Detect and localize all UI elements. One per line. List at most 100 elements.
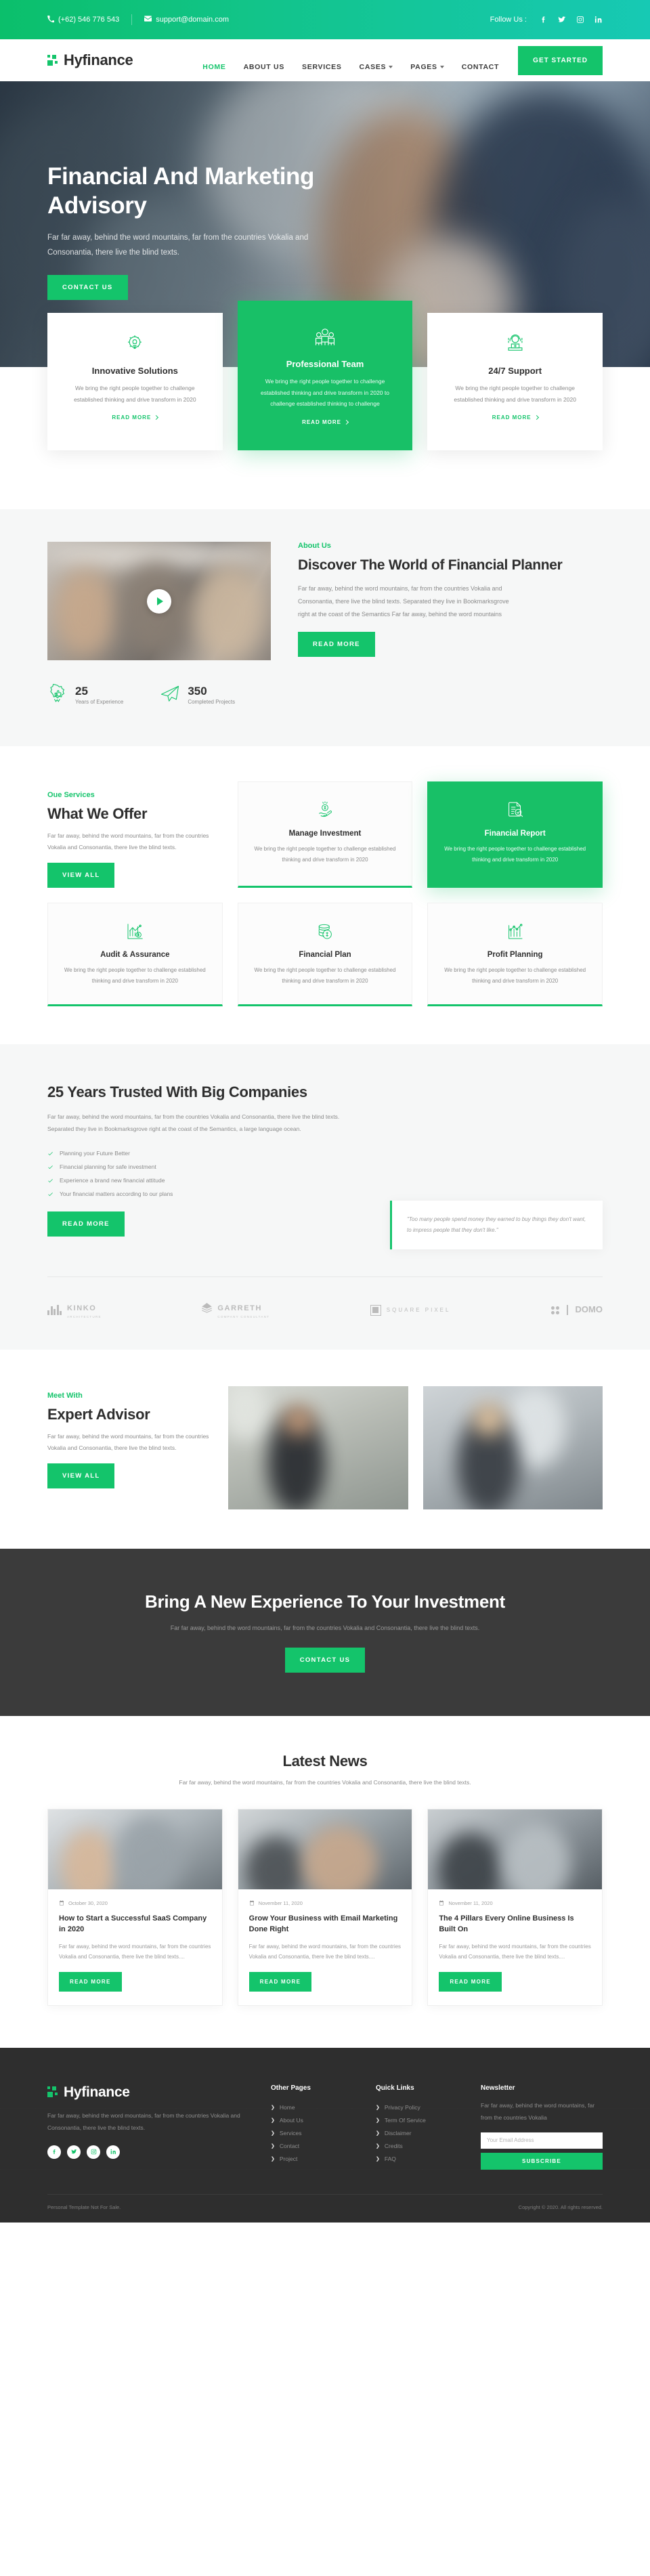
nav-item-about-us[interactable]: ABOUT US [244,63,284,71]
brand-logo[interactable]: Hyfinance [47,51,133,69]
testimonial-quote: "Too many people spend money they earned… [390,1201,603,1249]
chevron-down-icon [439,65,444,68]
news-card[interactable]: November 11, 2020 The 4 Pillars Every On… [427,1808,603,2006]
services-section: Oue Services What We Offer Far far away,… [0,746,650,1044]
news-thumbnail [238,1809,412,1889]
client-logos-section: KINKO ARCHITECTURE GARRETH COMPANY CONSU… [0,1276,650,1350]
check-icon [47,1191,53,1197]
newsletter-email-input[interactable] [481,2132,603,2149]
team-member-card-2[interactable] [422,1386,603,1509]
hand-coin-icon [252,798,399,823]
feature-title: 24/7 Support [488,366,542,376]
footer-link-label: Home [279,2104,295,2111]
twitter-icon[interactable] [67,2145,81,2159]
team-view-all-button[interactable]: VIEW ALL [47,1463,115,1488]
quote-text: "Too many people spend money they earned… [407,1216,586,1233]
main-navigation: Hyfinance HOME ABOUT US SERVICES CASES P… [0,39,650,81]
twitter-icon[interactable] [557,16,566,24]
play-button-icon[interactable] [147,588,171,614]
footer-link-label: Project [279,2155,298,2163]
news-card[interactable]: October 30, 2020 How to Start a Successf… [47,1808,223,2006]
service-card-financial-report[interactable]: Financial Report We bring the right peop… [427,781,603,888]
feature-card-24-7-support[interactable]: 24/7 Support We bring the right people t… [427,313,603,450]
footer-link-item[interactable]: ❯ Privacy Policy [376,2101,460,2114]
instagram-icon[interactable] [576,16,584,24]
service-card-profit-planning[interactable]: Profit Planning We bring the right peopl… [427,903,603,1006]
feature-read-more-link[interactable]: READ MORE [112,414,159,421]
nav-item-cases[interactable]: CASES [360,63,393,71]
client-name: SQUARE PIXEL [386,1306,451,1313]
footer-column-title: Other Pages [271,2084,311,2092]
newsletter-subscribe-button[interactable]: SUBSCRIBE [481,2152,603,2170]
feature-card-innovative-solutions[interactable]: Innovative Solutions We bring the right … [47,313,223,450]
footer-link-item[interactable]: ❯ FAQ [376,2153,460,2166]
footer-link-item[interactable]: ❯ Home [271,2101,355,2114]
footer-link-item[interactable]: ❯ Contact [271,2140,355,2153]
instagram-icon[interactable] [87,2145,100,2159]
service-card-manage-investment[interactable]: Manage Investment We bring the right peo… [237,781,413,888]
nav-item-home[interactable]: HOME [202,63,225,71]
hero-contact-button[interactable]: CONTACT US [47,274,128,300]
footer-link-label: Privacy Policy [384,2104,420,2111]
facebook-icon[interactable] [539,16,548,24]
footer-link-item[interactable]: ❯ Disclaimer [376,2127,460,2140]
stat-years-of-experience: 25 Years of Experience [47,683,123,707]
feature-read-more-link[interactable]: READ MORE [302,418,349,425]
news-excerpt: Far far away, behind the word mountains,… [59,1943,211,1960]
newsletter-title: Newsletter [481,2084,515,2092]
trusted-read-more-button[interactable]: READ MORE [47,1211,125,1237]
feature-read-more-link[interactable]: READ MORE [492,414,539,421]
news-title: Latest News [282,1752,368,1769]
bars-logo-icon [47,1305,62,1315]
trusted-checklist: Planning your Future Better Financial pl… [47,1146,366,1201]
service-text: We bring the right people together to ch… [444,967,586,984]
footer-social-links [47,2145,251,2159]
checklist-label: Planning your Future Better [60,1150,130,1157]
team-member-card-1[interactable] [228,1386,408,1509]
read-more-label: READ MORE [302,418,341,425]
latest-news-section: Latest News Far far away, behind the wor… [0,1715,650,2048]
footer-link-item[interactable]: ❯ Term Of Service [376,2114,460,2127]
footer-link-label: FAQ [384,2155,396,2163]
nav-label: PAGES [410,62,437,71]
footer-link-item[interactable]: ❯ Project [271,2153,355,2166]
footer-brand-logo[interactable]: Hyfinance [47,2084,251,2101]
services-intro: Oue Services What We Offer Far far away,… [47,781,223,888]
nav-item-pages[interactable]: PAGES [410,62,444,71]
coins-stack-icon [252,920,399,944]
about-read-more-button[interactable]: READ MORE [298,631,375,657]
footer-link-item[interactable]: ❯ About Us [271,2114,355,2127]
framed-square-logo-icon [370,1304,381,1316]
check-icon [47,1164,53,1170]
nav-item-contact[interactable]: CONTACT [462,63,499,71]
footer-link-item[interactable]: ❯ Credits [376,2140,460,2153]
news-card[interactable]: November 11, 2020 Grow Your Business wit… [237,1808,413,2006]
phone-icon [47,15,55,24]
footer-link-item[interactable]: ❯ Services [271,2127,355,2140]
news-read-more-button[interactable]: READ MORE [248,1971,312,1992]
services-view-all-button[interactable]: VIEW ALL [47,863,115,888]
service-text: We bring the right people together to ch… [64,967,206,984]
get-started-button[interactable]: GET STARTED [518,45,603,75]
topbar-email[interactable]: support@domain.com [132,16,241,24]
about-video-thumbnail[interactable] [47,542,271,660]
service-card-audit-assurance[interactable]: Audit & Assurance We bring the right peo… [47,903,223,1006]
chevron-right-icon [154,415,159,421]
news-read-more-button[interactable]: READ MORE [59,1971,122,1992]
facebook-icon[interactable] [47,2145,61,2159]
team-section: Meet With Expert Advisor Far far away, b… [0,1350,650,1549]
service-card-financial-plan[interactable]: Financial Plan We bring the right people… [237,903,413,1006]
linkedin-icon[interactable] [106,2145,120,2159]
topbar-phone[interactable]: (+62) 546 776 543 [47,15,131,24]
client-name: KINKO [67,1304,97,1312]
feature-card-professional-team[interactable]: Professional Team We bring the right peo… [237,301,413,450]
service-title: Audit & Assurance [100,951,170,959]
services-text: Far far away, behind the word mountains,… [47,832,209,851]
chevron-right-icon: ❯ [271,2131,275,2137]
linkedin-icon[interactable] [594,16,603,24]
news-read-more-button[interactable]: READ MORE [439,1971,502,1992]
checklist-label: Financial planning for safe investment [60,1163,156,1171]
cta-contact-button[interactable]: CONTACT US [284,1647,366,1673]
nav-item-services[interactable]: SERVICES [302,63,342,71]
hero-title: Financial And Marketing Advisory [47,163,315,219]
